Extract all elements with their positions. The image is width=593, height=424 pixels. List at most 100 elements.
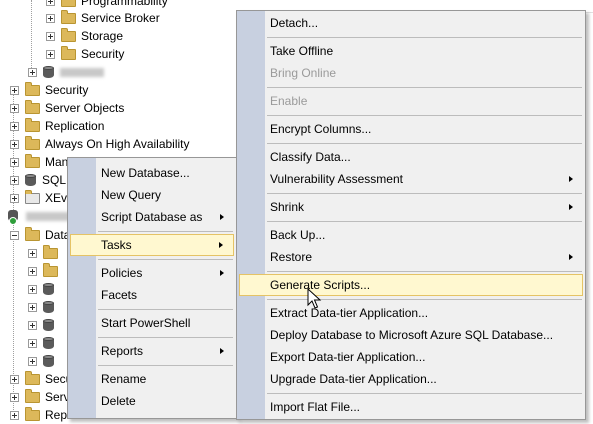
menu-item-label: Take Offline	[270, 44, 334, 58]
menu-item-label: Enable	[270, 94, 308, 108]
submenu-arrow-icon	[219, 242, 223, 248]
expand-icon[interactable]	[10, 121, 19, 131]
menu-item-label: Tasks	[101, 238, 132, 252]
menu-item-start-powershell[interactable]: Start PowerShell	[70, 312, 234, 334]
tree-item-xevent[interactable]: XEv	[10, 189, 67, 207]
expand-icon[interactable]	[10, 410, 19, 420]
menu-item-new-query[interactable]: New Query	[70, 184, 234, 206]
folder-icon	[25, 406, 40, 421]
tree-item-server[interactable]	[8, 207, 70, 225]
expand-icon[interactable]	[10, 175, 19, 185]
expand-icon[interactable]	[28, 67, 37, 77]
expand-icon[interactable]	[46, 13, 55, 23]
menu-item-delete[interactable]: Delete	[70, 390, 234, 412]
menu-item-export-data-tier[interactable]: Export Data-tier Application...	[239, 346, 583, 368]
tree-item-database[interactable]	[28, 63, 104, 81]
tree-item-label: Security	[45, 83, 89, 97]
submenu-arrow-icon	[569, 204, 573, 210]
tree-item-child-selected[interactable]	[28, 334, 60, 352]
tree-item-server-objects[interactable]: Server Objects	[10, 99, 124, 117]
tree-item-label: Always On High Availability	[45, 137, 190, 151]
expand-icon[interactable]	[28, 338, 37, 348]
menu-item-import-flat-file[interactable]: Import Flat File...	[239, 396, 583, 418]
tree-item-child[interactable]	[28, 298, 60, 316]
expand-icon[interactable]	[46, 31, 55, 41]
tree-item-child[interactable]	[28, 316, 60, 334]
expand-icon[interactable]	[10, 139, 19, 149]
menu-item-extract-data-tier[interactable]: Extract Data-tier Application...	[239, 302, 583, 324]
tree-item-security[interactable]: Security	[10, 81, 88, 99]
tree-item-label: Serv	[45, 390, 70, 404]
menu-separator	[98, 309, 233, 310]
expand-icon[interactable]	[10, 193, 19, 203]
tree-item-label: Server Objects	[45, 101, 125, 115]
menu-item-restore[interactable]: Restore	[239, 246, 583, 268]
menu-item-take-offline[interactable]: Take Offline	[239, 40, 583, 62]
expand-icon[interactable]	[28, 266, 37, 276]
menu-item-label: Vulnerability Assessment	[270, 172, 403, 186]
menu-item-classify-data[interactable]: Classify Data...	[239, 146, 583, 168]
expand-icon[interactable]	[10, 85, 19, 95]
expand-icon[interactable]	[46, 0, 55, 6]
menu-item-label: Export Data-tier Application...	[270, 350, 426, 364]
submenu-arrow-icon	[220, 348, 224, 354]
menu-item-facets[interactable]: Facets	[70, 284, 234, 306]
tree-item-management[interactable]: Man	[10, 153, 68, 171]
expand-icon[interactable]	[28, 302, 37, 312]
expand-icon[interactable]	[28, 356, 37, 366]
tree-item-child[interactable]	[28, 280, 60, 298]
menu-item-back-up[interactable]: Back Up...	[239, 224, 583, 246]
menu-separator	[267, 221, 582, 222]
tree-item-replication[interactable]: Replication	[10, 117, 104, 135]
submenu-arrow-icon	[220, 214, 224, 220]
menu-item-shrink[interactable]: Shrink	[239, 196, 583, 218]
menu-separator	[98, 231, 233, 232]
menu-item-new-database[interactable]: New Database...	[70, 162, 234, 184]
menu-item-policies[interactable]: Policies	[70, 262, 234, 284]
collapse-icon[interactable]	[10, 230, 19, 240]
expand-icon[interactable]	[10, 103, 19, 113]
tree-item-child[interactable]	[28, 244, 63, 262]
menu-item-tasks[interactable]: Tasks	[70, 234, 234, 256]
tree-item-databases[interactable]: Data	[10, 226, 70, 244]
tree-item-service-broker[interactable]: Service Broker	[46, 9, 160, 27]
tree-item-replication-2[interactable]: Rep	[10, 406, 67, 424]
menu-separator	[267, 193, 582, 194]
menu-item-script-database-as[interactable]: Script Database as	[70, 206, 234, 228]
menu-item-upgrade-data-tier[interactable]: Upgrade Data-tier Application...	[239, 368, 583, 390]
menu-item-label: Deploy Database to Microsoft Azure SQL D…	[270, 328, 554, 342]
menu-item-label: Import Flat File...	[270, 400, 361, 414]
menu-item-detach[interactable]: Detach...	[239, 12, 583, 34]
tree-item-sql-agent[interactable]: SQL	[10, 171, 66, 189]
tree-item-child[interactable]	[28, 262, 63, 280]
menu-separator	[98, 337, 233, 338]
folder-icon	[61, 45, 76, 60]
folder-icon	[25, 153, 40, 168]
menu-item-encrypt-columns[interactable]: Encrypt Columns...	[239, 118, 583, 140]
menu-item-rename[interactable]: Rename	[70, 368, 234, 390]
menu-item-generate-scripts[interactable]: Generate Scripts...	[239, 274, 583, 296]
menu-item-reports[interactable]: Reports	[70, 340, 234, 362]
tree-item-label: Security	[81, 47, 125, 61]
tree-item-label: Replication	[45, 119, 105, 133]
tree-item-label: SQL	[42, 173, 67, 187]
expand-icon[interactable]	[46, 49, 55, 59]
expand-icon[interactable]	[10, 157, 19, 167]
menu-item-vulnerability-assessment[interactable]: Vulnerability Assessment	[239, 168, 583, 190]
tree-item-child[interactable]	[28, 352, 60, 370]
tree-item-security-db[interactable]: Security	[46, 45, 124, 63]
menu-item-label: Start PowerShell	[101, 316, 191, 330]
menu-item-label: Back Up...	[270, 228, 326, 242]
expand-icon[interactable]	[28, 284, 37, 294]
expand-icon[interactable]	[28, 248, 37, 258]
database-icon	[43, 300, 54, 314]
tree-item-security-2[interactable]: Secu	[10, 370, 72, 388]
menu-separator	[267, 87, 582, 88]
expand-icon[interactable]	[10, 374, 19, 384]
tree-item-storage[interactable]: Storage	[46, 27, 123, 45]
menu-item-deploy-to-azure[interactable]: Deploy Database to Microsoft Azure SQL D…	[239, 324, 583, 346]
tree-item-always-on[interactable]: Always On High Availability	[10, 135, 190, 153]
expand-icon[interactable]	[28, 320, 37, 330]
tree-item-server-objects-2[interactable]: Serv	[10, 388, 70, 406]
expand-icon[interactable]	[10, 392, 19, 402]
